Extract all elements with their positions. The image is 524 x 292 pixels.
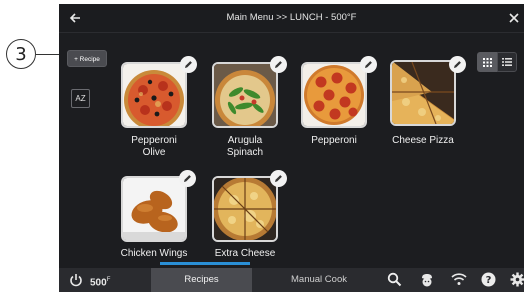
recipe-image — [121, 62, 187, 128]
back-button[interactable] — [65, 8, 85, 28]
search-button[interactable] — [387, 272, 403, 288]
grid-view-icon — [482, 57, 492, 67]
power-icon — [70, 274, 82, 287]
edit-recipe-button[interactable] — [360, 56, 377, 73]
pencil-icon — [275, 61, 282, 68]
edit-recipe-button[interactable] — [270, 56, 287, 73]
settings-button[interactable] — [510, 272, 524, 288]
back-arrow-icon — [69, 13, 80, 23]
list-view-button[interactable] — [497, 52, 517, 72]
recipe-tile[interactable]: Pepperoni Olive — [121, 56, 197, 162]
recipe-tile[interactable]: Extra Cheese — [212, 170, 287, 266]
pencil-icon — [185, 61, 192, 68]
pencil-icon — [365, 61, 372, 68]
tab-manual-cook[interactable]: Manual Cook — [259, 268, 379, 292]
search-icon — [387, 272, 402, 287]
recipe-tile[interactable]: Arugula Spinach — [212, 56, 287, 162]
svg-text:?: ? — [486, 275, 492, 286]
wifi-icon — [451, 273, 467, 285]
pencil-icon — [184, 175, 191, 182]
recipe-image — [121, 176, 187, 242]
tab-recipes[interactable]: Recipes — [151, 268, 252, 292]
recipe-image — [301, 62, 367, 128]
recipe-tile[interactable]: Cheese Pizza — [390, 56, 466, 160]
sort-az-button[interactable]: AZ — [71, 89, 90, 108]
pencil-icon — [275, 175, 282, 182]
bottom-bar: 500F Recipes Manual Cook ? — [59, 268, 524, 292]
grid-view-button[interactable] — [477, 52, 497, 72]
recipe-image — [212, 62, 278, 128]
temperature-unit: F — [106, 277, 111, 283]
recipe-image — [212, 176, 278, 242]
callout-number: 3 — [6, 39, 36, 69]
gear-icon — [510, 272, 524, 287]
edit-recipe-button[interactable] — [179, 170, 196, 187]
help-button[interactable]: ? — [481, 272, 497, 288]
oven-temperature: 500F — [90, 268, 110, 292]
recipe-name: Arugula Spinach — [226, 135, 264, 158]
add-recipe-button[interactable]: + Recipe — [67, 50, 107, 67]
recipe-name: Chicken Wings — [120, 248, 188, 259]
wifi-button[interactable] — [451, 272, 467, 288]
temperature-value: 500 — [90, 277, 107, 289]
edit-recipe-button[interactable] — [270, 170, 287, 187]
page-title: Main Menu >> LUNCH - 500°F — [226, 12, 357, 23]
help-icon: ? — [481, 272, 496, 287]
recipe-tile[interactable]: Pepperoni — [301, 56, 377, 162]
close-button[interactable] — [506, 8, 522, 28]
edit-recipe-button[interactable] — [449, 56, 466, 73]
chef-button[interactable] — [419, 272, 435, 288]
recipe-image — [390, 60, 456, 126]
chef-icon — [422, 274, 432, 287]
recipe-name: Cheese Pizza — [392, 135, 454, 146]
scroll-indicator — [160, 262, 250, 265]
recipe-name: Pepperoni — [311, 135, 357, 146]
edit-recipe-button[interactable] — [180, 56, 197, 73]
close-icon — [509, 13, 519, 23]
recipe-name: Extra Cheese — [214, 248, 276, 259]
recipe-tile[interactable]: Chicken Wings — [121, 170, 196, 266]
oven-screen: Main Menu >> LUNCH - 500°F + Recipe AZ P… — [59, 4, 524, 292]
pencil-icon — [454, 61, 461, 68]
view-toggle — [477, 52, 517, 72]
power-button[interactable] — [69, 272, 85, 288]
list-view-icon — [502, 58, 512, 66]
header-bar: Main Menu >> LUNCH - 500°F — [59, 4, 524, 33]
recipe-name: Pepperoni Olive — [131, 135, 177, 158]
